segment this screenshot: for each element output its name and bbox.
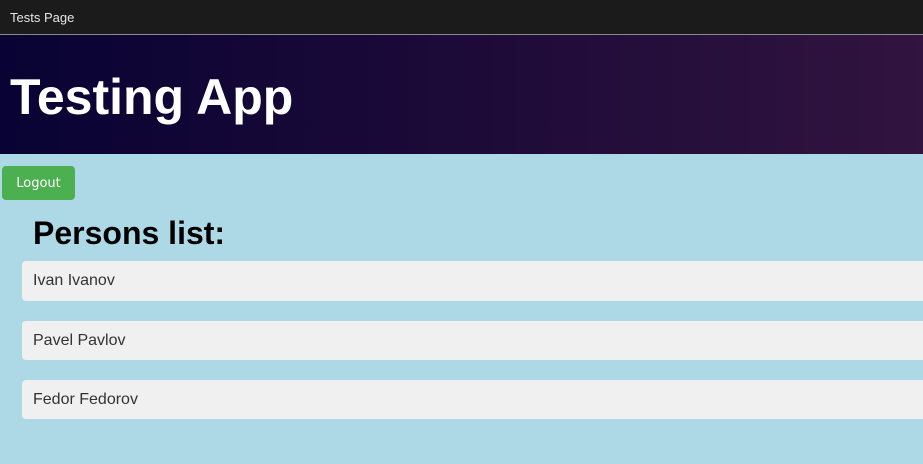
person-name: Pavel Pavlov	[33, 332, 126, 349]
app-title: Testing App	[10, 69, 294, 125]
list-item[interactable]: Pavel Pavlov	[22, 321, 923, 360]
tab-title: Tests Page	[10, 10, 75, 25]
list-item[interactable]: Fedor Fedorov	[22, 380, 923, 419]
list-item[interactable]: Ivan Ivanov	[22, 261, 923, 301]
persons-list: Ivan Ivanov Pavel Pavlov Fedor Fedorov	[22, 261, 923, 439]
top-bar: Tests Page	[0, 0, 923, 35]
logout-button[interactable]: Logout	[2, 166, 75, 200]
person-name: Ivan Ivanov	[33, 272, 115, 289]
person-name: Fedor Fedorov	[33, 391, 138, 408]
persons-list-heading: Persons list:	[33, 215, 226, 251]
app-header: Testing App	[0, 35, 923, 154]
